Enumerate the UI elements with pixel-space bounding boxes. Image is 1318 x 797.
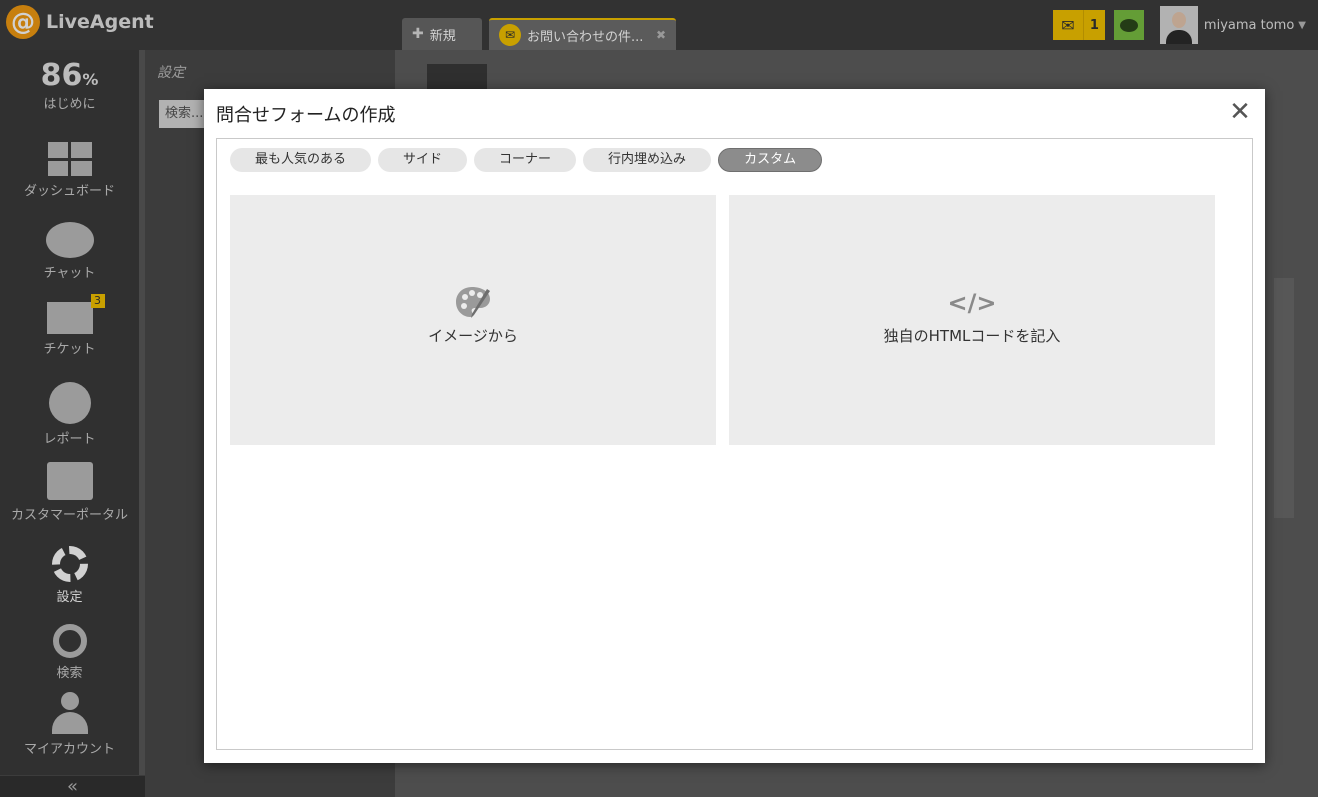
custom-html-content: </> 独自のHTMLコードを記入 (729, 283, 1215, 346)
from-image-label: イメージから (428, 327, 518, 345)
palette-icon (230, 283, 716, 323)
tab-side[interactable]: サイド (378, 148, 468, 172)
tab-custom[interactable]: カスタム (718, 148, 823, 172)
code-icon: </> (947, 289, 997, 317)
create-contact-form-dialog: 問合せフォームの作成 ✕ 最も人気のある サイド コーナー 行内埋め込み カスタ… (204, 89, 1265, 763)
close-icon[interactable]: ✕ (1227, 99, 1253, 125)
tab-most-popular[interactable]: 最も人気のある (230, 148, 372, 172)
tab-corner[interactable]: コーナー (474, 148, 577, 172)
dialog-title: 問合せフォームの作成 (216, 105, 396, 126)
from-image-option[interactable]: イメージから (230, 195, 716, 445)
tab-inline-embed[interactable]: 行内埋め込み (583, 148, 712, 172)
custom-html-option[interactable]: </> 独自のHTMLコードを記入 (729, 195, 1215, 445)
dialog-body: 最も人気のある サイド コーナー 行内埋め込み カスタム イメージから </> … (216, 138, 1253, 750)
form-type-tabs: 最も人気のある サイド コーナー 行内埋め込み カスタム (230, 148, 829, 172)
from-image-content: イメージから (230, 283, 716, 346)
custom-html-label: 独自のHTMLコードを記入 (883, 327, 1061, 345)
